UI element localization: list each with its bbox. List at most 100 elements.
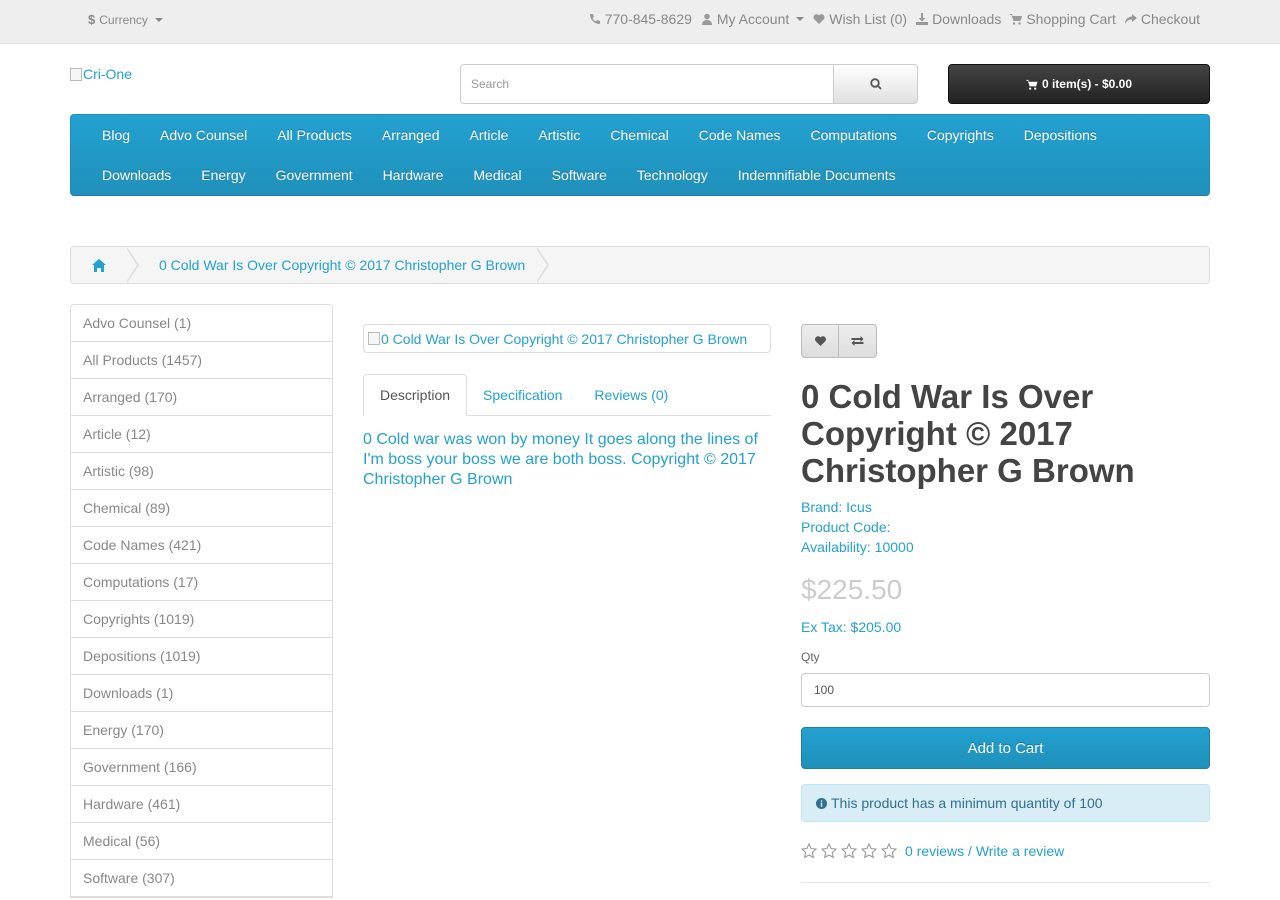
availability-label: Availability: <box>801 539 871 555</box>
add-to-wishlist-button[interactable] <box>801 324 839 358</box>
category-computations[interactable]: Computations (17) <box>71 564 332 601</box>
wish-list-link[interactable]: Wish List (0) <box>813 11 907 27</box>
category-code-names[interactable]: Code Names (421) <box>71 527 332 564</box>
search-bar <box>460 64 918 104</box>
search-button[interactable] <box>834 64 918 104</box>
heart-icon <box>813 14 825 24</box>
category-energy[interactable]: Energy (170) <box>71 712 332 749</box>
logo[interactable]: Cri-One <box>70 66 132 82</box>
menu-item-technology[interactable]: Technology <box>622 167 723 183</box>
menu-item-article[interactable]: Article <box>455 127 524 143</box>
menu-item-downloads[interactable]: Downloads <box>87 167 186 183</box>
shopping-cart-label: Shopping Cart <box>1026 11 1116 27</box>
exchange-icon <box>851 336 864 346</box>
share-icon <box>1124 14 1137 24</box>
category-advo-counsel[interactable]: Advo Counsel (1) <box>71 305 332 342</box>
min-quantity-text: This product has a minimum quantity of 1… <box>831 795 1103 811</box>
top-links: 770-845-8629 My Account Wish List (0) Do… <box>589 11 1200 27</box>
menu-item-software[interactable]: Software <box>537 167 622 183</box>
menu-item-government[interactable]: Government <box>261 167 368 183</box>
shopping-cart-icon <box>1026 79 1038 90</box>
wish-list-label: Wish List (0) <box>829 11 908 27</box>
menu-item-blog[interactable]: Blog <box>87 127 145 143</box>
checkout-label: Checkout <box>1140 11 1200 27</box>
home-icon <box>92 258 106 272</box>
menu-item-indemnifiable-documents[interactable]: Indemnifiable Documents <box>723 167 911 183</box>
downloads-label: Downloads <box>932 11 1002 27</box>
downloads-link[interactable]: Downloads <box>916 11 1001 27</box>
menu-item-code-names[interactable]: Code Names <box>684 127 796 143</box>
menu-item-artistic[interactable]: Artistic <box>523 127 595 143</box>
brand-label: Brand: <box>801 499 843 515</box>
write-review-link[interactable]: Write a review <box>976 843 1064 859</box>
cart-button[interactable]: 0 item(s) - $0.00 <box>948 64 1210 104</box>
menu-item-advo-counsel[interactable]: Advo Counsel <box>145 127 262 143</box>
breadcrumb-current[interactable]: 0 Cold War Is Over Copyright © 2017 Chri… <box>139 257 537 273</box>
menu-item-depositions[interactable]: Depositions <box>1009 127 1112 143</box>
heart-icon <box>814 336 826 346</box>
product-image[interactable]: 0 Cold War Is Over Copyright © 2017 Chri… <box>363 324 771 353</box>
broken-image-icon <box>70 67 82 81</box>
my-account-dropdown[interactable]: My Account <box>701 11 805 27</box>
quantity-input[interactable] <box>801 673 1210 707</box>
menu-item-computations[interactable]: Computations <box>795 127 911 143</box>
caret-down-icon <box>154 17 163 22</box>
add-to-cart-button[interactable]: Add to Cart <box>801 727 1210 769</box>
category-downloads[interactable]: Downloads (1) <box>71 675 332 712</box>
menu-item-copyrights[interactable]: Copyrights <box>912 127 1009 143</box>
product-tabs: Description Specification Reviews (0) <box>363 374 771 416</box>
brand-link[interactable]: Icus <box>846 499 872 515</box>
caret-down-icon <box>796 17 805 21</box>
category-article[interactable]: Article (12) <box>71 416 332 453</box>
product-title: 0 Cold War Is Over Copyright © 2017 Chri… <box>801 378 1135 489</box>
download-icon <box>916 13 929 25</box>
checkout-link[interactable]: Checkout <box>1124 11 1200 27</box>
menu-item-energy[interactable]: Energy <box>186 167 260 183</box>
qty-label: Qty <box>801 650 820 664</box>
category-depositions[interactable]: Depositions (1019) <box>71 638 332 675</box>
category-software[interactable]: Software (307) <box>71 860 332 897</box>
reviews-link[interactable]: 0 reviews <box>905 843 964 859</box>
broken-image-icon <box>368 332 380 345</box>
brand-row: Brand: Icus <box>801 497 914 517</box>
currency-symbol: $ <box>88 12 96 27</box>
currency-dropdown[interactable]: $ Currency <box>88 12 163 27</box>
rating-links: 0 reviews / Write a review <box>905 843 1064 859</box>
category-all-products[interactable]: All Products (1457) <box>71 342 332 379</box>
tab-specification[interactable]: Specification <box>467 374 578 415</box>
category-artistic[interactable]: Artistic (98) <box>71 453 332 490</box>
category-copyrights[interactable]: Copyrights (1019) <box>71 601 332 638</box>
category-medical[interactable]: Medical (56) <box>71 823 332 860</box>
my-account-label: My Account <box>716 11 790 27</box>
menu-row-1: Blog Advo Counsel All Products Arranged … <box>87 115 1193 155</box>
search-input[interactable] <box>460 64 834 104</box>
phone-icon <box>589 14 600 24</box>
category-government[interactable]: Government (166) <box>71 749 332 786</box>
logo-alt-text: Cri-One <box>83 66 133 82</box>
rating-separator: / <box>968 843 976 859</box>
product-meta: Brand: Icus Product Code: Availability: … <box>801 497 914 557</box>
menu-item-all-products[interactable]: All Products <box>262 127 367 143</box>
menu-item-hardware[interactable]: Hardware <box>368 167 459 183</box>
ex-tax-price: Ex Tax: $205.00 <box>801 619 902 635</box>
category-arranged[interactable]: Arranged (170) <box>71 379 332 416</box>
menu-item-chemical[interactable]: Chemical <box>595 127 683 143</box>
phone-number: 770-845-8629 <box>604 11 692 27</box>
breadcrumb-home[interactable] <box>71 247 127 283</box>
tab-reviews[interactable]: Reviews (0) <box>578 374 684 415</box>
menu-row-2: Downloads Energy Government Hardware Med… <box>87 155 1193 195</box>
menu-item-arranged[interactable]: Arranged <box>367 127 455 143</box>
tab-description[interactable]: Description <box>363 374 468 416</box>
shopping-cart-link[interactable]: Shopping Cart <box>1010 11 1116 27</box>
currency-label: Currency <box>99 12 148 27</box>
compare-button[interactable] <box>839 324 877 358</box>
star-empty-icon <box>801 843 817 859</box>
phone-link[interactable]: 770-845-8629 <box>589 11 692 27</box>
product-code-label: Product Code: <box>801 519 891 535</box>
menu-item-medical[interactable]: Medical <box>458 167 536 183</box>
category-hardware[interactable]: Hardware (461) <box>71 786 332 823</box>
top-bar: $ Currency 770-845-8629 My Account Wish … <box>0 0 1280 44</box>
star-empty-icon <box>861 843 877 859</box>
category-chemical[interactable]: Chemical (89) <box>71 490 332 527</box>
info-circle-icon <box>816 797 827 809</box>
